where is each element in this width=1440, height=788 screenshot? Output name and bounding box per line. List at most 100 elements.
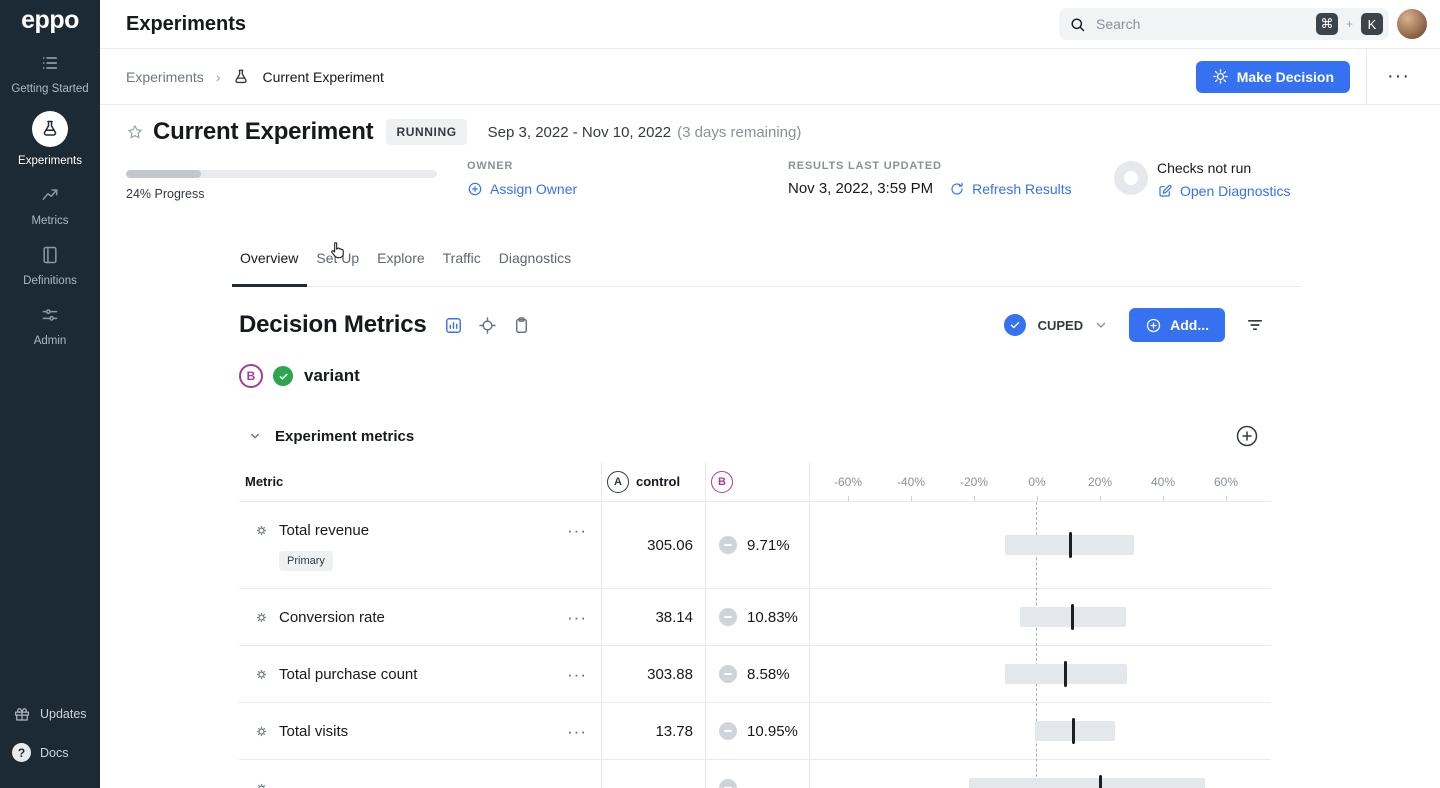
status-badge: RUNNING (386, 119, 466, 145)
metric-name: Total revenue (279, 522, 369, 539)
date-range: Sep 3, 2022 - Nov 10, 2022 (488, 124, 671, 141)
metric-gear-icon (253, 609, 270, 626)
search-input[interactable] (1094, 15, 1308, 33)
metric-gear-icon (253, 780, 270, 788)
row-more-button[interactable]: ··· (563, 607, 591, 628)
target-icon[interactable] (476, 313, 500, 337)
sidebar-bottom: Updates ?Docs (0, 694, 100, 772)
table-row: Total visits ··· 13.78 10.95% (239, 703, 1271, 760)
row-more-button[interactable]: ··· (563, 664, 591, 685)
metric-cell: Total revenue ··· Primary (239, 502, 601, 588)
k-key: K (1361, 13, 1383, 35)
make-decision-button[interactable]: Make Decision (1196, 61, 1350, 93)
row-more-button[interactable]: ··· (563, 778, 591, 788)
control-value-cell (601, 760, 705, 788)
lift-value: 9.71% (747, 537, 790, 554)
tab-traffic[interactable]: Traffic (442, 230, 482, 286)
assign-owner-link[interactable]: Assign Owner (467, 181, 577, 197)
row-more-button[interactable]: ··· (563, 721, 591, 742)
results-section: RESULTS LAST UPDATED Nov 3, 2022, 3:59 P… (788, 160, 1072, 197)
star-icon[interactable] (126, 123, 144, 141)
ci-chart-cell (809, 502, 1271, 588)
metric-cell: Total purchase count ··· (239, 646, 601, 702)
table-row: Total purchase count ··· 303.88 8.58% (239, 646, 1271, 703)
axis-tick-mark (1100, 496, 1101, 501)
sidebar-item-experiments[interactable]: Experiments (0, 103, 100, 175)
control-value-cell: 13.78 (601, 703, 705, 759)
breadcrumb-actions: Make Decision ··· (1196, 49, 1414, 104)
chevron-down-icon[interactable] (1093, 317, 1109, 333)
make-decision-label: Make Decision (1237, 69, 1334, 85)
control-value: 303.88 (647, 666, 693, 683)
tab-set-up[interactable]: Set Up (315, 230, 360, 286)
breadcrumb-chevron-icon: › (216, 69, 221, 85)
ci-chart-cell (809, 589, 1271, 645)
row-more-button[interactable]: ··· (563, 520, 591, 541)
topbar: Experiments ⌘ + K (100, 0, 1440, 49)
sidebar-nav: Getting Started Experiments Metrics Defi… (0, 43, 100, 355)
axis-tick-label: 0% (1028, 475, 1045, 489)
metric-name: Total visits (279, 723, 348, 740)
control-value: 38.14 (655, 609, 693, 626)
sidebar-item-getting-started[interactable]: Getting Started (0, 43, 100, 103)
tab-overview[interactable]: Overview (239, 230, 299, 286)
table-row: Total revenue ··· Primary 305.06 9.71% (239, 502, 1271, 589)
sidebar-item-label: Updates (40, 707, 87, 721)
primary-tag: Primary (279, 551, 333, 571)
more-menu-button[interactable]: ··· (1383, 61, 1414, 92)
variant-a-badge: A (607, 471, 629, 493)
collapse-chevron-icon[interactable] (248, 429, 262, 443)
control-column-header: A control (601, 462, 705, 501)
question-icon: ? (12, 743, 31, 762)
avatar[interactable] (1397, 9, 1427, 39)
axis-tick-mark (1163, 496, 1164, 501)
add-metric-plus-icon[interactable] (1235, 424, 1259, 448)
tab-explore[interactable]: Explore (376, 230, 425, 286)
axis-tick-label: 20% (1088, 475, 1112, 489)
axis-tick-mark (911, 496, 912, 501)
checks-status: Checks not run (1157, 160, 1251, 176)
cuped-check-icon[interactable] (1004, 314, 1026, 336)
book-icon (38, 243, 62, 267)
cmd-key: ⌘ (1316, 13, 1338, 35)
axis-tick-mark (1037, 496, 1038, 501)
point-estimate-tick (1069, 532, 1072, 558)
filter-icon[interactable] (1245, 315, 1265, 335)
sidebar-item-updates[interactable]: Updates (0, 694, 100, 733)
assign-owner-label: Assign Owner (490, 181, 577, 197)
view-chart-icon[interactable] (442, 313, 466, 337)
refresh-results-label: Refresh Results (972, 181, 1072, 197)
sidebar-item-definitions[interactable]: Definitions (0, 235, 100, 295)
sidebar-item-docs[interactable]: ?Docs (0, 733, 100, 772)
open-diagnostics-link[interactable]: Open Diagnostics (1157, 183, 1291, 199)
sidebar-item-label: Definitions (23, 275, 77, 287)
control-value-cell: 38.14 (601, 589, 705, 645)
sidebar: eppo Getting Started Experiments Metrics… (0, 0, 100, 788)
chart-axis: -60%-40%-20%0%20%40%60% (809, 462, 1271, 501)
control-column-label: control (636, 474, 680, 489)
axis-tick-label: -40% (897, 475, 925, 489)
point-estimate-tick (1099, 775, 1102, 788)
cuped-dropdown[interactable]: CUPED (1038, 318, 1084, 333)
tab-bar: Overview Set Up Explore Traffic Diagnostics (239, 230, 1301, 287)
sidebar-item-admin[interactable]: Admin (0, 295, 100, 355)
axis-tick-mark (848, 496, 849, 501)
add-metric-button[interactable]: Add... (1129, 308, 1225, 342)
tab-diagnostics[interactable]: Diagnostics (498, 230, 572, 286)
breadcrumb-parent[interactable]: Experiments (126, 69, 204, 85)
page-title: Experiments (126, 13, 246, 36)
metric-name: Total purchase count (279, 666, 417, 683)
plus-circle-icon (467, 181, 483, 197)
confidence-interval-bar (1035, 721, 1115, 741)
search-icon (1069, 16, 1086, 33)
variant-row: B variant (239, 364, 1271, 388)
metric-cell: Conversion rate ··· (239, 589, 601, 645)
search-box[interactable]: ⌘ + K (1059, 8, 1389, 40)
sidebar-item-metrics[interactable]: Metrics (0, 175, 100, 235)
eppo-logo: eppo (21, 6, 79, 35)
clipboard-icon[interactable] (510, 313, 534, 337)
refresh-results-link[interactable]: Refresh Results (949, 181, 1072, 197)
axis-tick-label: 40% (1151, 475, 1175, 489)
neutral-status-icon (719, 665, 737, 683)
decision-metrics-header: Decision Metrics CUPED (239, 308, 1271, 342)
